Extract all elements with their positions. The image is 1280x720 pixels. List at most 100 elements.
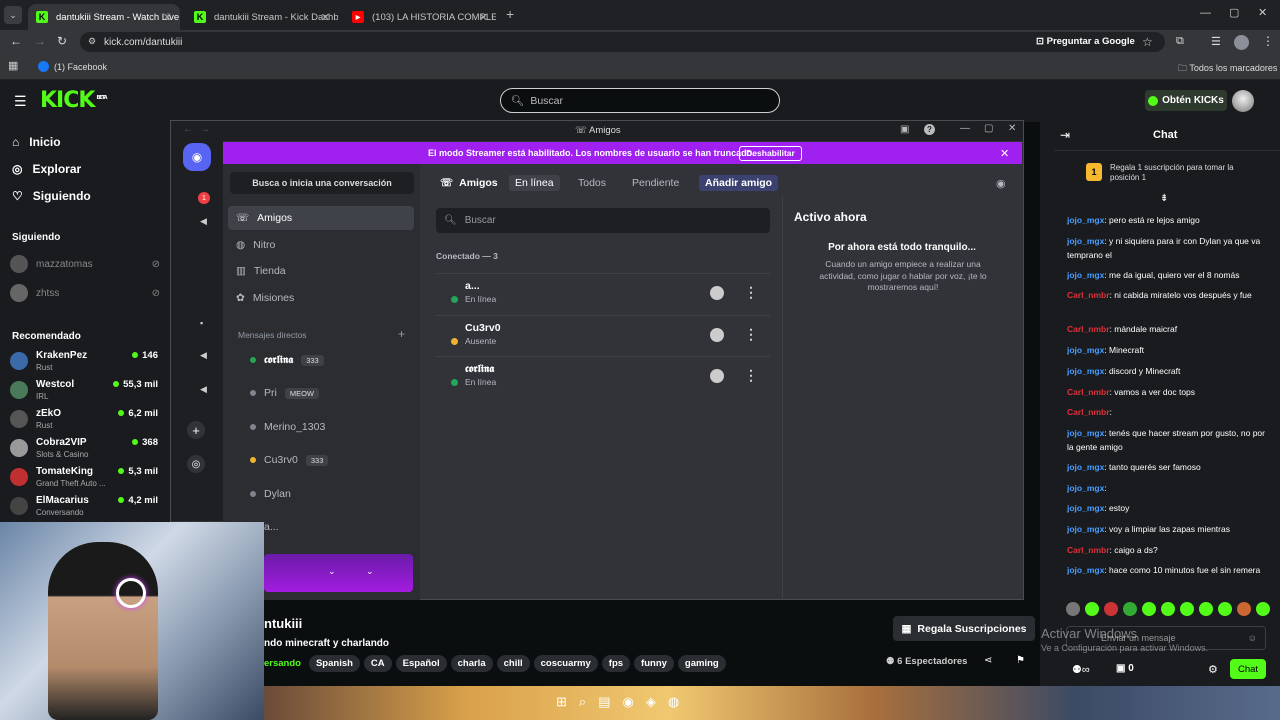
more-options-icon[interactable]: ⋮ <box>744 367 758 384</box>
emote-icon[interactable] <box>1256 602 1270 616</box>
create-dm-icon[interactable]: + <box>398 327 405 341</box>
emote-icon[interactable] <box>1218 602 1232 616</box>
disable-streamer-button[interactable]: Deshabilitar <box>739 146 802 161</box>
send-chat-button[interactable]: Chat <box>1230 659 1266 679</box>
collapse-chat-icon[interactable]: ⇥ <box>1060 128 1070 142</box>
discord-taskbar-icon[interactable]: ◍ <box>668 694 679 710</box>
help-icon[interactable]: ? <box>924 124 935 135</box>
emote-icon[interactable] <box>1085 602 1099 616</box>
chat-username[interactable]: Carl_nmbr <box>1067 290 1110 300</box>
add-server-icon[interactable]: + <box>187 421 205 439</box>
recommended-channel[interactable]: KrakenPez Rust 146 <box>10 348 160 376</box>
recommended-channel[interactable]: ElMacarius Conversando 4,2 mil <box>10 493 160 521</box>
minimize-icon[interactable]: — <box>960 123 970 134</box>
ask-google-button[interactable]: ⊡ Preguntar a Google <box>1036 36 1135 47</box>
close-banner-icon[interactable]: ✕ <box>1000 147 1009 160</box>
emote-icon[interactable] <box>1180 602 1194 616</box>
file-explorer-icon[interactable]: ▤ <box>598 694 610 710</box>
kick-search-input[interactable]: 🔍︎ Buscar <box>500 88 780 113</box>
close-window-icon[interactable]: ✕ <box>1258 6 1267 19</box>
emote-icon[interactable] <box>1237 602 1251 616</box>
browser-tab[interactable]: K dantukiii Stream - Kick Dashbo ✕ <box>186 4 338 30</box>
friends-search-input[interactable]: 🔍︎ Buscar <box>436 208 770 233</box>
dm-search-button[interactable]: Busca o inicia una conversación <box>230 172 414 194</box>
back-icon[interactable]: ← <box>10 34 22 48</box>
explore-servers-icon[interactable]: ◎ <box>187 455 205 473</box>
discord-home-icon[interactable]: ◉ <box>183 143 211 171</box>
chevron-down-icon[interactable]: ⌄ <box>328 566 336 577</box>
stream-tag[interactable]: chill <box>496 655 530 672</box>
kick-logo[interactable]: KICK BETA <box>40 88 108 113</box>
bookmark-star-icon[interactable]: ☆ <box>1142 35 1153 49</box>
stream-tag[interactable]: coscuarmy <box>533 655 598 672</box>
emoji-icon[interactable]: ☺ <box>1248 633 1257 643</box>
recommended-channel[interactable]: TomateKing Grand Theft Auto ... 5,3 mil <box>10 464 160 492</box>
close-tab-icon[interactable]: ✕ <box>479 11 488 24</box>
share-icon[interactable]: ⋖ <box>984 655 992 666</box>
pinned-chevron-icon[interactable]: ⇟ <box>1160 193 1168 204</box>
browser-tab[interactable]: ▶ (103) LA HISTORIA COMPLETA ✕ <box>344 4 496 30</box>
profile-avatar[interactable] <box>1234 35 1249 50</box>
chat-username[interactable]: jojo_mgx <box>1067 462 1104 472</box>
media-icon[interactable]: ☰ <box>1211 35 1221 48</box>
tab-online[interactable]: En línea <box>509 175 560 191</box>
bookmark-facebook[interactable]: (1) Facebook <box>38 61 107 72</box>
tab-search-icon[interactable]: ⌄ <box>4 6 22 24</box>
emote-icon[interactable] <box>1066 602 1080 616</box>
dm-item[interactable]: Cu3rv0 333 <box>250 450 329 470</box>
menu-shop[interactable]: ▥ Tienda <box>228 259 414 283</box>
friend-row[interactable]: Cu3rv0 Ausente ⋮ <box>436 314 770 356</box>
user-avatar[interactable] <box>1232 90 1254 112</box>
emote-strip[interactable] <box>1066 602 1270 616</box>
all-bookmarks-button[interactable]: 🗀 Todos los marcadores <box>1178 61 1277 77</box>
stream-category[interactable]: ersando <box>264 658 301 669</box>
server-icon[interactable]: ▪ <box>200 318 203 328</box>
chat-username[interactable]: jojo_mgx <box>1067 565 1104 575</box>
chat-username[interactable]: jojo_mgx <box>1067 345 1104 355</box>
menu-quests[interactable]: ✿ Misiones <box>228 286 414 310</box>
more-options-icon[interactable]: ⋮ <box>744 284 758 301</box>
chevron-down-icon[interactable]: ⌄ <box>366 566 374 577</box>
gift-subs-button[interactable]: ▦ Regala Suscripciones <box>893 616 1035 641</box>
message-icon[interactable] <box>710 286 724 300</box>
chat-username[interactable]: Carl_nmbr <box>1067 545 1110 555</box>
nav-explore[interactable]: ◎ Explorar <box>12 162 81 176</box>
more-options-icon[interactable]: ⋮ <box>744 326 758 343</box>
chat-username[interactable]: jojo_mgx <box>1067 236 1104 246</box>
tab-pending[interactable]: Pendiente <box>626 175 685 191</box>
recommended-channel[interactable]: Cobra2VIP Slots & Casino 368 <box>10 435 160 463</box>
emote-icon[interactable] <box>1199 602 1213 616</box>
get-kicks-button[interactable]: Obtén KICKs <box>1145 90 1227 111</box>
app-icon[interactable]: ◈ <box>646 694 656 710</box>
stream-tag[interactable]: Spanish <box>308 655 360 672</box>
nav-home[interactable]: ⌂ Inicio <box>12 135 61 149</box>
chat-username[interactable]: Carl_nmbr <box>1067 324 1110 334</box>
taskbar-icons[interactable]: ⊞ ⌕ ▤ ◉ ◈ ◍ <box>556 694 679 710</box>
recommended-channel[interactable]: Westcol IRL 55,3 mil <box>10 377 160 405</box>
stream-tag[interactable]: charla <box>450 655 493 672</box>
stream-tag[interactable]: CA <box>363 655 392 672</box>
friend-row[interactable]: a... En línea ⋮ <box>436 273 770 314</box>
recommended-channel[interactable]: zEkO Rust 6,2 mil <box>10 406 160 434</box>
menu-friends[interactable]: ☏ Amigos <box>228 206 414 230</box>
nav-back-icon[interactable]: ← <box>183 124 193 135</box>
reload-icon[interactable]: ↻ <box>57 34 67 48</box>
emote-icon[interactable] <box>1161 602 1175 616</box>
forward-icon[interactable]: → <box>34 34 46 48</box>
chat-username[interactable]: Carl_nmbr <box>1067 407 1110 417</box>
maximize-icon[interactable]: ▢ <box>984 123 993 134</box>
tab-add-friend[interactable]: Añadir amigo <box>699 175 779 191</box>
stream-tag[interactable]: fps <box>601 655 631 672</box>
address-bar[interactable]: kick.com/dantukiii <box>80 32 1165 52</box>
menu-nitro[interactable]: ◍ Nitro <box>228 233 414 257</box>
dm-item[interactable]: Pri MEOW <box>250 383 320 403</box>
emote-icon[interactable] <box>1104 602 1118 616</box>
message-icon[interactable] <box>710 369 724 383</box>
stream-channel-name[interactable]: ntukiii <box>264 616 302 631</box>
dm-item[interactable]: a... <box>264 517 279 537</box>
apps-grid-icon[interactable]: ▦ <box>8 59 18 72</box>
chat-username[interactable]: Carl_nmbr <box>1067 387 1110 397</box>
friend-row[interactable]: 𝖈𝖔𝖗𝖑𝖎𝖓𝖆 En línea ⋮ <box>436 356 770 397</box>
chat-username[interactable]: jojo_mgx <box>1067 428 1104 438</box>
chat-username[interactable]: jojo_mgx <box>1067 503 1104 513</box>
